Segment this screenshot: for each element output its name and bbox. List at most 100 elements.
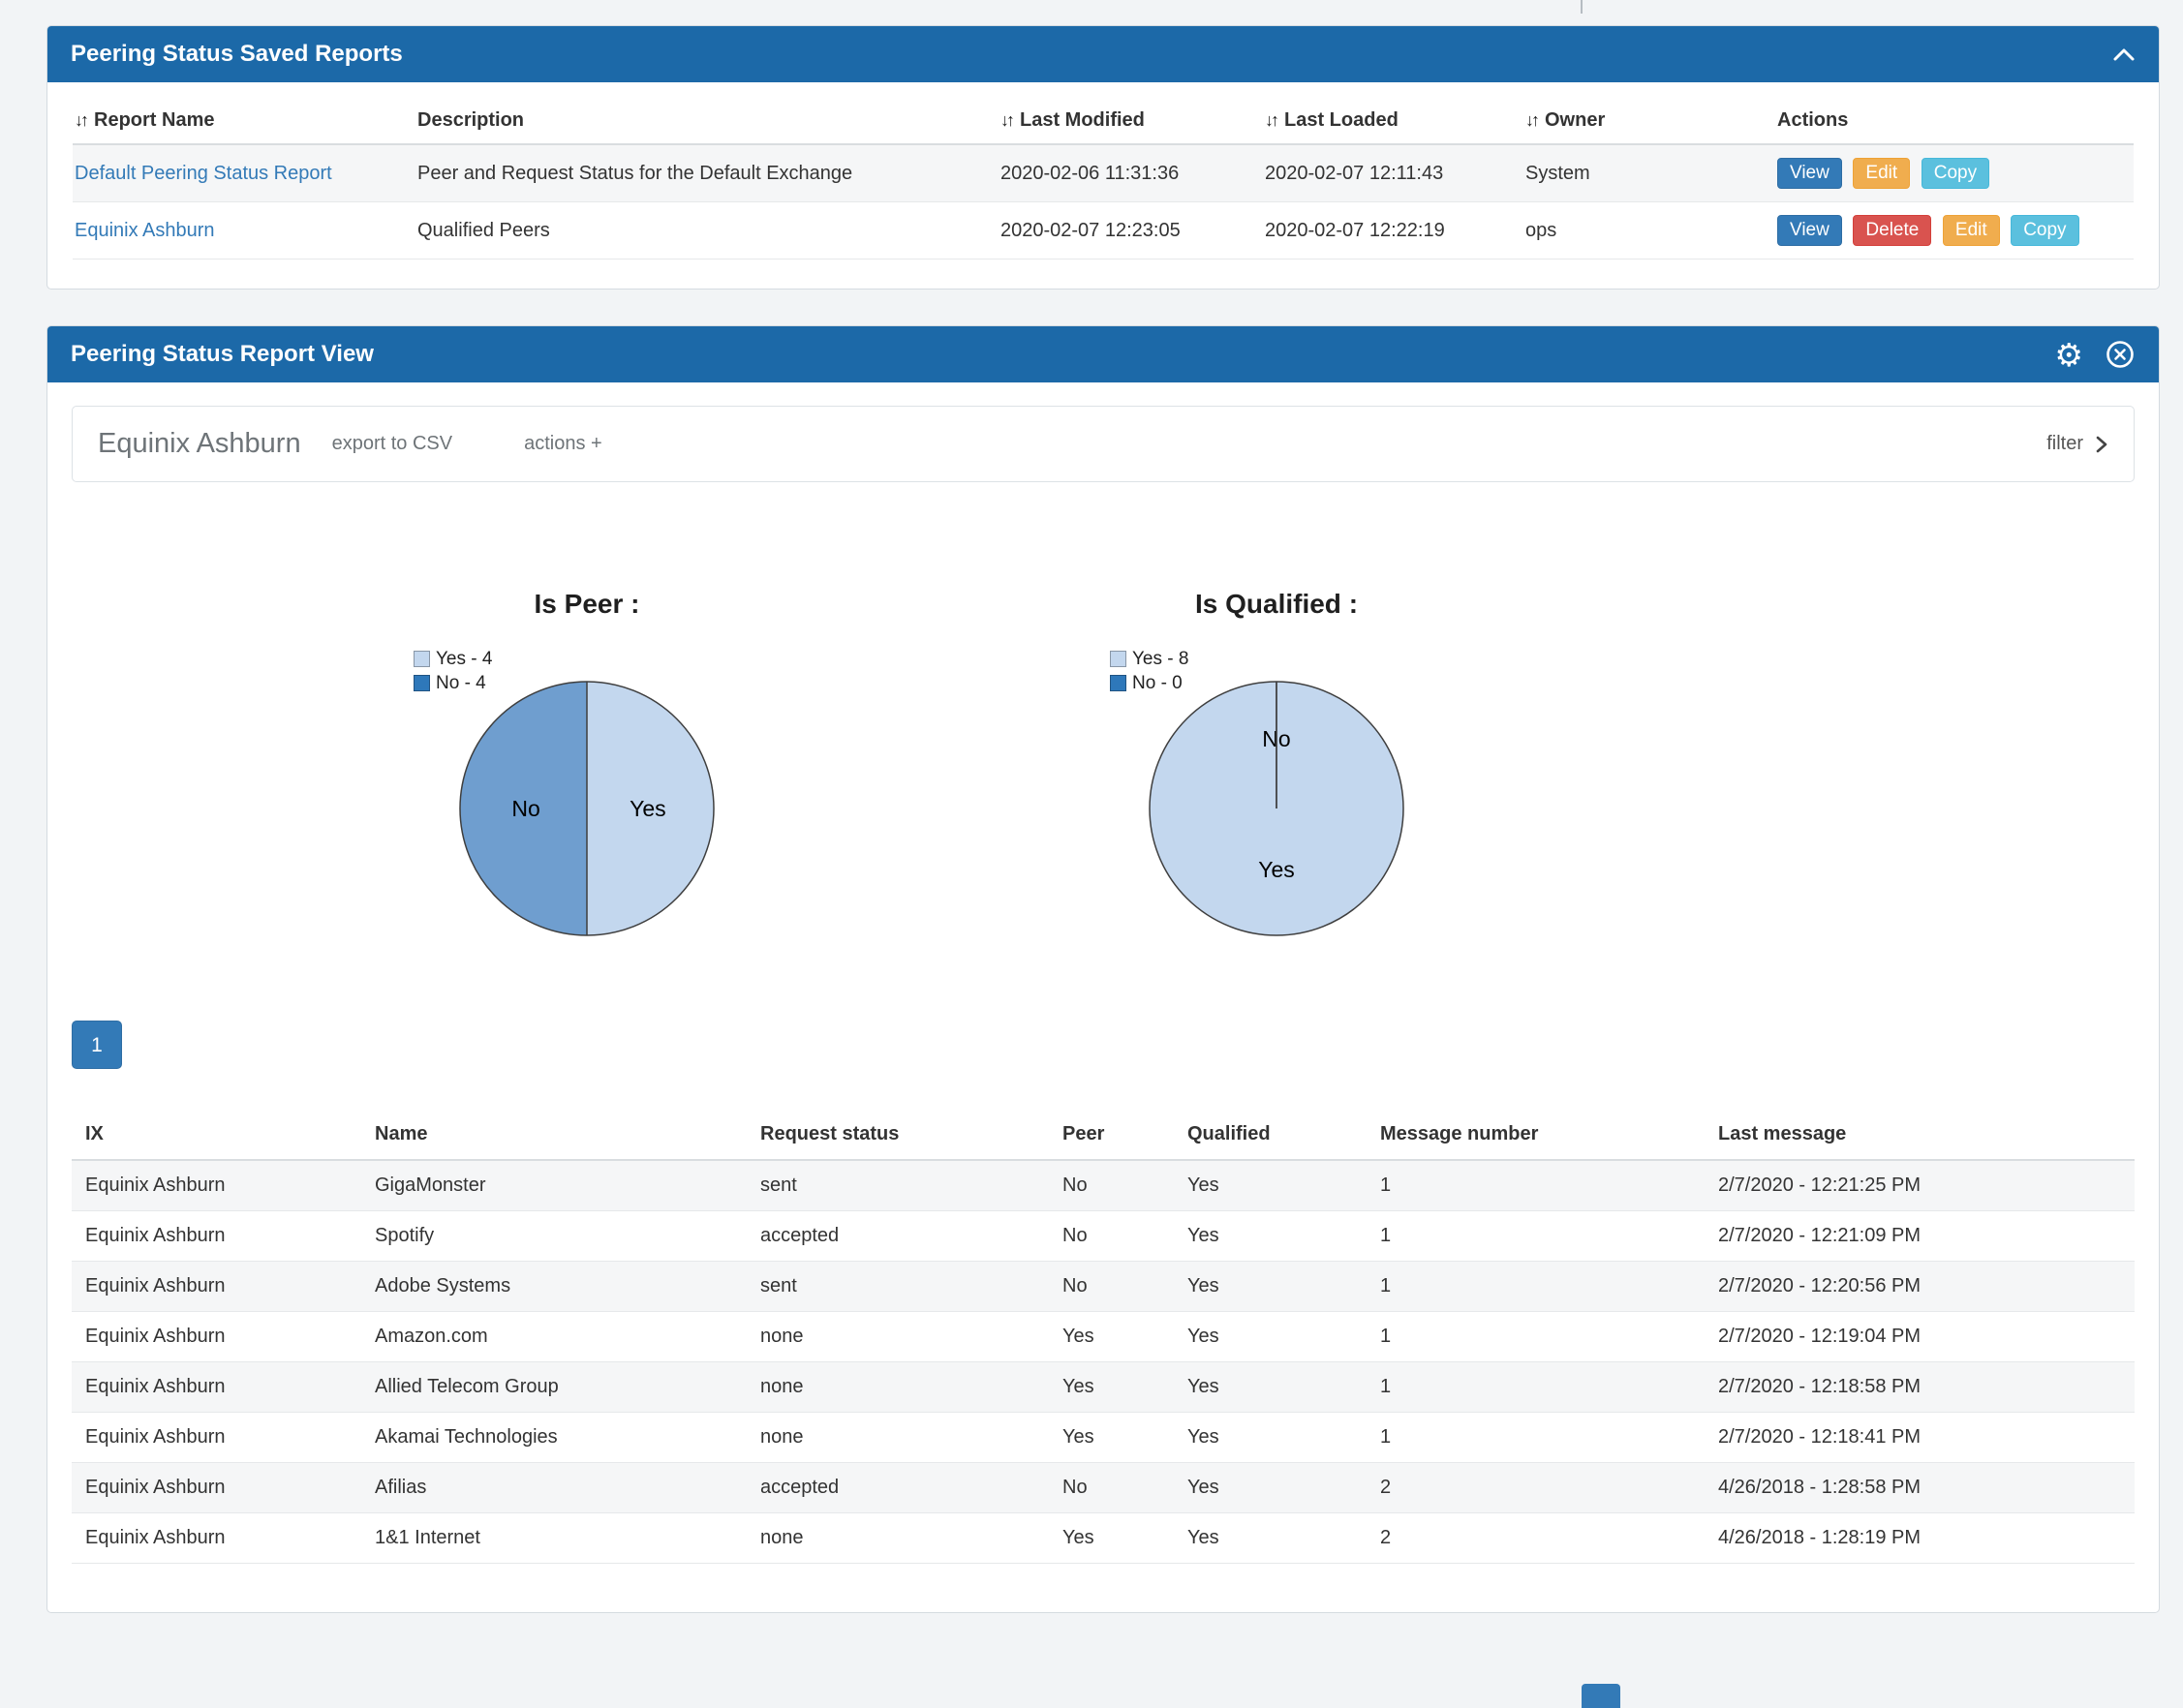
col-last-loaded[interactable]: ↓↑Last Loaded [1263, 100, 1523, 144]
results-table: IX Name Request status Peer Qualified Me… [72, 1112, 2135, 1564]
cell-message-number: 1 [1367, 1211, 1705, 1262]
cell-request-status: sent [747, 1160, 1049, 1211]
cell-peer: Yes [1049, 1413, 1174, 1463]
cell-message-number: 1 [1367, 1262, 1705, 1312]
cell-qualified: Yes [1174, 1513, 1367, 1564]
cell-name: Adobe Systems [361, 1262, 747, 1312]
pie-title-is-peer: Is Peer : [296, 589, 877, 620]
col-peer: Peer [1049, 1112, 1174, 1160]
sort-icon: ↓↑ [1265, 110, 1276, 130]
close-icon[interactable] [2105, 339, 2136, 370]
col-last-message: Last message [1705, 1112, 2135, 1160]
partial-button-artifact[interactable] [1582, 1684, 1620, 1708]
cell-ix: Equinix Ashburn [72, 1463, 361, 1513]
col-owner[interactable]: ↓↑ Owner [1523, 100, 1775, 144]
saved-report-row: Default Peering Status Report Peer and R… [73, 144, 2134, 202]
saved-reports-body: ↓↑ Report Name Description ↓↑Last Modifie… [47, 82, 2159, 289]
actions-dropdown[interactable]: actions + [524, 433, 602, 455]
edit-button[interactable]: Edit [1853, 158, 1910, 189]
cell-name: Allied Telecom Group [361, 1362, 747, 1413]
cell-name: 1&1 Internet [361, 1513, 747, 1564]
col-label: Owner [1545, 109, 1605, 131]
copy-button[interactable]: Copy [1922, 158, 1989, 189]
report-view-header: Peering Status Report View ⚙ [47, 326, 2159, 382]
export-csv-link[interactable]: export to CSV [332, 433, 453, 455]
report-last-loaded: 2020-02-07 12:22:19 [1263, 202, 1523, 259]
sort-icon: ↓↑ [75, 110, 86, 130]
charts-area: Is Peer : Is Qualified : Yes - 4No - 4 Y… [72, 482, 2135, 1021]
cell-last-message: 2/7/2020 - 12:19:04 PM [1705, 1312, 2135, 1362]
edge-artifact-line [1581, 0, 1583, 14]
cell-request-status: sent [747, 1262, 1049, 1312]
cell-peer: No [1049, 1463, 1174, 1513]
sort-icon: ↓↑ [1525, 110, 1537, 130]
cell-message-number: 1 [1367, 1160, 1705, 1211]
report-description: Qualified Peers [415, 202, 999, 259]
pie-chart-is-peer: YesNo [446, 668, 727, 949]
delete-button[interactable]: Delete [1853, 215, 1931, 246]
view-button[interactable]: View [1777, 158, 1842, 189]
cell-qualified: Yes [1174, 1463, 1367, 1513]
cell-last-message: 4/26/2018 - 1:28:19 PM [1705, 1513, 2135, 1564]
report-view-body: Equinix Ashburn export to CSV actions + … [47, 382, 2159, 1612]
legend-swatch [1110, 651, 1126, 667]
gear-icon[interactable]: ⚙ [2054, 339, 2083, 371]
cell-message-number: 2 [1367, 1513, 1705, 1564]
col-ix: IX [72, 1112, 361, 1160]
cell-ix: Equinix Ashburn [72, 1160, 361, 1211]
cell-message-number: 2 [1367, 1463, 1705, 1513]
svg-text:Yes: Yes [1258, 857, 1295, 882]
col-request-status: Request status [747, 1112, 1049, 1160]
legend-swatch [1110, 675, 1126, 691]
cell-ix: Equinix Ashburn [72, 1211, 361, 1262]
cell-name: GigaMonster [361, 1160, 747, 1211]
collapse-chevron-up-icon[interactable] [2112, 47, 2136, 62]
cell-ix: Equinix Ashburn [72, 1262, 361, 1312]
report-view-title: Peering Status Report View [71, 341, 2033, 368]
filter-toggle[interactable]: filter [2046, 433, 2108, 455]
cell-last-message: 2/7/2020 - 12:18:41 PM [1705, 1413, 2135, 1463]
result-row: Equinix Ashburn Amazon.com none Yes Yes … [72, 1312, 2135, 1362]
report-link[interactable]: Default Peering Status Report [75, 163, 332, 184]
pie-chart-is-qualified: YesNo [1136, 668, 1417, 949]
cell-ix: Equinix Ashburn [72, 1513, 361, 1564]
cell-qualified: Yes [1174, 1160, 1367, 1211]
col-label: Report Name [94, 109, 214, 131]
chevron-right-icon [2095, 434, 2108, 455]
col-last-modified[interactable]: ↓↑Last Modified [999, 100, 1263, 144]
pie-title-is-qualified: Is Qualified : [986, 589, 1567, 620]
report-last-loaded: 2020-02-07 12:11:43 [1263, 144, 1523, 202]
cell-request-status: none [747, 1312, 1049, 1362]
report-owner: System [1523, 144, 1775, 202]
cell-name: Amazon.com [361, 1312, 747, 1362]
cell-request-status: accepted [747, 1463, 1049, 1513]
view-button[interactable]: View [1777, 215, 1842, 246]
sort-icon: ↓↑ [1000, 110, 1012, 130]
edit-button[interactable]: Edit [1943, 215, 2000, 246]
cell-ix: Equinix Ashburn [72, 1362, 361, 1413]
report-link[interactable]: Equinix Ashburn [75, 220, 215, 241]
result-row: Equinix Ashburn Akamai Technologies none… [72, 1413, 2135, 1463]
result-row: Equinix Ashburn Afilias accepted No Yes … [72, 1463, 2135, 1513]
col-description: Description [415, 100, 999, 144]
cell-qualified: Yes [1174, 1413, 1367, 1463]
cell-message-number: 1 [1367, 1413, 1705, 1463]
saved-reports-title: Peering Status Saved Reports [71, 41, 2091, 68]
col-label: Actions [1777, 109, 1848, 131]
cell-qualified: Yes [1174, 1262, 1367, 1312]
report-view-panel: Peering Status Report View ⚙ Equinix Ash… [46, 325, 2160, 1613]
result-row: Equinix Ashburn GigaMonster sent No Yes … [72, 1160, 2135, 1211]
saved-reports-panel: Peering Status Saved Reports ↓↑ Report Na… [46, 25, 2160, 290]
saved-reports-table: ↓↑ Report Name Description ↓↑Last Modifie… [73, 100, 2134, 259]
cell-name: Akamai Technologies [361, 1413, 747, 1463]
results-header-row: IX Name Request status Peer Qualified Me… [72, 1112, 2135, 1160]
copy-button[interactable]: Copy [2011, 215, 2078, 246]
cell-peer: Yes [1049, 1312, 1174, 1362]
cell-peer: No [1049, 1160, 1174, 1211]
result-row: Equinix Ashburn Allied Telecom Group non… [72, 1362, 2135, 1413]
col-report-name[interactable]: ↓↑ Report Name [73, 100, 415, 144]
cell-message-number: 1 [1367, 1362, 1705, 1413]
svg-text:No: No [511, 796, 539, 821]
report-last-modified: 2020-02-06 11:31:36 [999, 144, 1263, 202]
pagination-page-1[interactable]: 1 [72, 1021, 122, 1069]
